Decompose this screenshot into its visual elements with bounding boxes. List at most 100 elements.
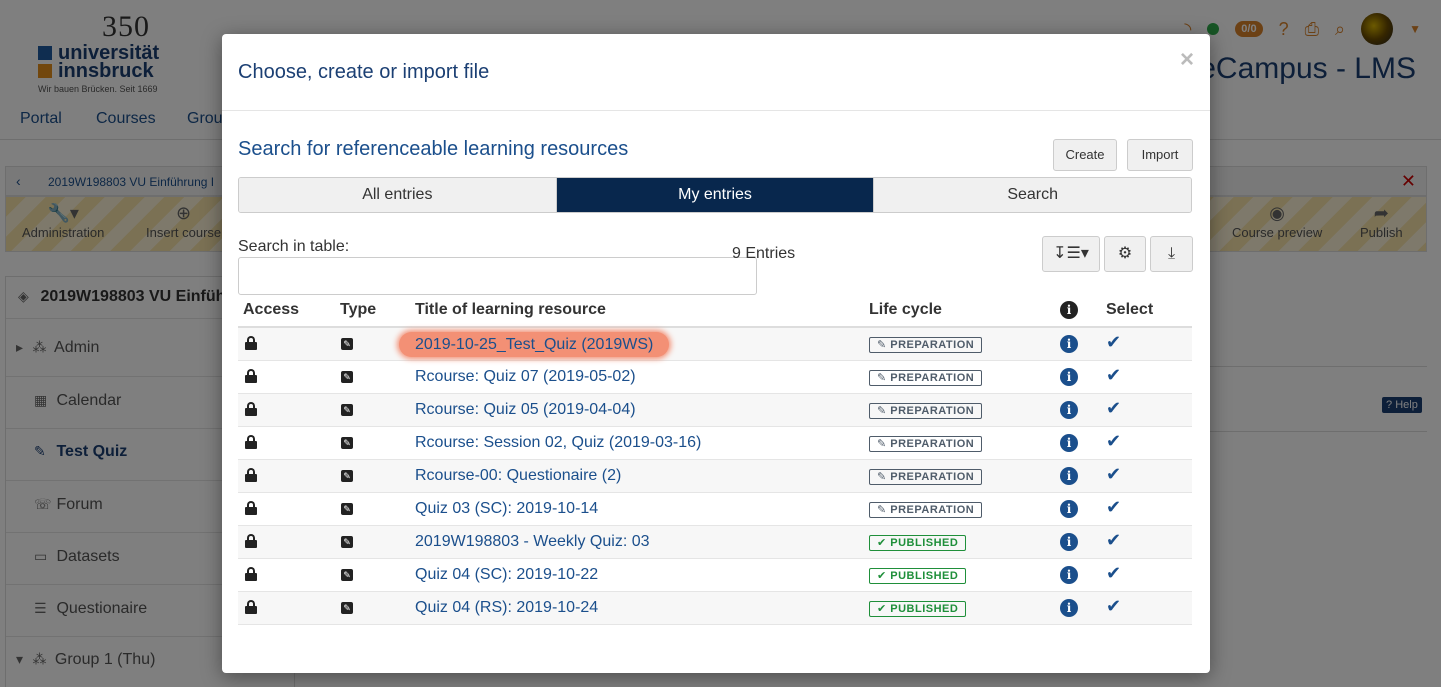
info-icon[interactable]: i <box>1060 533 1078 551</box>
test-type-icon: ✎ <box>341 503 353 515</box>
entry-tabs: All entries My entries Search <box>238 177 1192 213</box>
section-title: Search for referenceable learning resour… <box>238 138 629 160</box>
table-header: Access Type Title of learning resource L… <box>238 293 1192 328</box>
table-row: ✎ 2019W198803 - Weekly Quiz: 03 ✔ PUBLISHE… <box>238 526 1192 559</box>
search-input[interactable] <box>238 257 757 295</box>
lifecycle-badge: ✔ PUBLISHED <box>869 535 967 551</box>
sort-icon: ↧☰▾ <box>1053 245 1089 262</box>
tab-all-entries[interactable]: All entries <box>239 178 557 212</box>
create-button[interactable]: Create <box>1053 139 1117 171</box>
col-select[interactable]: Select <box>1106 301 1153 319</box>
info-icon[interactable]: i <box>1060 401 1078 419</box>
check-icon: ✔ <box>877 570 891 582</box>
table-row: ✎ Rcourse: Quiz 05 (2019-04-04) ✎ PREPARAT… <box>238 394 1192 427</box>
lock-icon <box>245 336 257 350</box>
resource-title-link[interactable]: Rcourse-00: Questionaire (2) <box>415 467 621 485</box>
select-check-icon[interactable]: ✔ <box>1106 530 1121 551</box>
col-title[interactable]: Title of learning resource <box>415 301 606 319</box>
choose-file-modal: Choose, create or import file × Search f… <box>222 34 1210 673</box>
resource-title-link[interactable]: Rcourse: Session 02, Quiz (2019-03-16) <box>415 434 701 452</box>
settings-button[interactable]: ⚙ <box>1104 236 1146 272</box>
close-icon[interactable]: × <box>1180 46 1194 74</box>
select-check-icon[interactable]: ✔ <box>1106 431 1121 452</box>
pencil-icon: ✎ <box>877 471 891 483</box>
pencil-icon: ✎ <box>877 405 891 417</box>
resource-title-link[interactable]: Quiz 03 (SC): 2019-10-14 <box>415 500 598 518</box>
select-check-icon[interactable]: ✔ <box>1106 497 1121 518</box>
resource-title-link[interactable]: 2019W198803 - Weekly Quiz: 03 <box>415 533 650 551</box>
pencil-icon: ✎ <box>877 339 891 351</box>
tab-my-entries[interactable]: My entries <box>556 178 875 212</box>
test-type-icon: ✎ <box>341 470 353 482</box>
resource-title-link[interactable]: Rcourse: Quiz 07 (2019-05-02) <box>415 368 636 386</box>
lifecycle-badge: ✎ PREPARATION <box>869 403 983 419</box>
table-row: ✎ Rcourse: Session 02, Quiz (2019-03-16) ✎… <box>238 427 1192 460</box>
table-row: ✎ Quiz 04 (RS): 2019-10-24 ✔ PUBLISHED i ✔ <box>238 592 1192 625</box>
lock-icon <box>245 501 257 515</box>
info-icon[interactable]: i <box>1060 335 1078 353</box>
lock-icon <box>245 600 257 614</box>
pencil-icon: ✎ <box>877 438 891 450</box>
col-type[interactable]: Type <box>340 301 376 319</box>
info-icon[interactable]: i <box>1060 599 1078 617</box>
select-check-icon[interactable]: ✔ <box>1106 596 1121 617</box>
modal-title: Choose, create or import file <box>238 61 490 83</box>
select-check-icon[interactable]: ✔ <box>1106 332 1121 353</box>
test-type-icon: ✎ <box>341 371 353 383</box>
lock-icon <box>245 435 257 449</box>
download-button[interactable]: ⤓ <box>1150 236 1193 272</box>
download-icon: ⤓ <box>1167 245 1176 262</box>
resource-title-link[interactable]: Rcourse: Quiz 05 (2019-04-04) <box>415 401 636 419</box>
info-icon[interactable]: i <box>1060 368 1078 386</box>
resource-title-link[interactable]: Quiz 04 (SC): 2019-10-22 <box>415 566 598 584</box>
col-access[interactable]: Access <box>243 301 299 319</box>
test-type-icon: ✎ <box>341 602 353 614</box>
test-type-icon: ✎ <box>341 536 353 548</box>
lock-icon <box>245 369 257 383</box>
col-lifecycle[interactable]: Life cycle <box>869 301 942 319</box>
entries-count: 9 Entries <box>732 245 796 262</box>
modal-header: Choose, create or import file × <box>222 34 1210 111</box>
gear-icon: ⚙ <box>1117 245 1133 262</box>
test-type-icon: ✎ <box>341 404 353 416</box>
resources-table: Access Type Title of learning resource L… <box>238 293 1192 625</box>
select-check-icon[interactable]: ✔ <box>1106 464 1121 485</box>
pencil-icon: ✎ <box>877 504 891 516</box>
info-icon[interactable]: i <box>1060 467 1078 485</box>
lock-icon <box>245 534 257 548</box>
resource-title-link[interactable]: Quiz 04 (RS): 2019-10-24 <box>415 599 598 617</box>
info-icon[interactable]: i <box>1060 500 1078 518</box>
lifecycle-badge: ✎ PREPARATION <box>869 502 983 518</box>
info-icon[interactable]: i <box>1060 434 1078 452</box>
resource-title-link[interactable]: 2019-10-25_Test_Quiz (2019WS) <box>399 332 670 357</box>
lifecycle-badge: ✎ PREPARATION <box>869 469 983 485</box>
select-check-icon[interactable]: ✔ <box>1106 398 1121 419</box>
test-type-icon: ✎ <box>341 437 353 449</box>
pencil-icon: ✎ <box>877 372 891 384</box>
table-row: ✎ Rcourse: Quiz 07 (2019-05-02) ✎ PREPARAT… <box>238 361 1192 394</box>
search-label: Search in table: <box>238 238 350 255</box>
lifecycle-badge: ✎ PREPARATION <box>869 370 983 386</box>
table-row: ✎ 2019-10-25_Test_Quiz (2019WS) ✎ PREPARAT… <box>238 328 1192 361</box>
lock-icon <box>245 468 257 482</box>
select-check-icon[interactable]: ✔ <box>1106 563 1121 584</box>
check-icon: ✔ <box>877 537 891 549</box>
import-button[interactable]: Import <box>1127 139 1193 171</box>
tab-search[interactable]: Search <box>874 178 1191 212</box>
lifecycle-badge: ✎ PREPARATION <box>869 436 983 452</box>
table-row: ✎ Rcourse-00: Questionaire (2) ✎ PREPARATI… <box>238 460 1192 493</box>
table-row: ✎ Quiz 03 (SC): 2019-10-14 ✎ PREPARATION i ✔ <box>238 493 1192 526</box>
check-icon: ✔ <box>877 603 891 615</box>
sort-button[interactable]: ↧☰▾ <box>1042 236 1100 272</box>
lock-icon <box>245 402 257 416</box>
info-icon[interactable]: i <box>1060 566 1078 584</box>
select-check-icon[interactable]: ✔ <box>1106 365 1121 386</box>
info-header-icon: i <box>1060 301 1078 319</box>
lifecycle-badge: ✔ PUBLISHED <box>869 601 967 617</box>
lifecycle-badge: ✔ PUBLISHED <box>869 568 967 584</box>
lifecycle-badge: ✎ PREPARATION <box>869 337 983 353</box>
test-type-icon: ✎ <box>341 569 353 581</box>
table-row: ✎ Quiz 04 (SC): 2019-10-22 ✔ PUBLISHED i ✔ <box>238 559 1192 592</box>
test-type-icon: ✎ <box>341 338 353 350</box>
lock-icon <box>245 567 257 581</box>
